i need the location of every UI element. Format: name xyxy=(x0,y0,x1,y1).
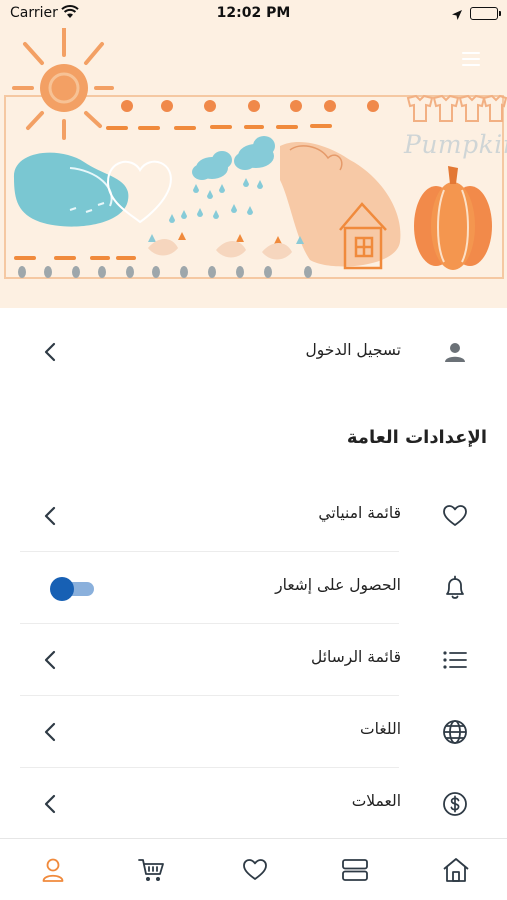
settings-row-notifications: الحصول على إشعار xyxy=(0,552,507,624)
toggle-knob xyxy=(50,577,74,601)
dollar-circle-icon xyxy=(441,790,469,818)
list-icon xyxy=(441,646,469,674)
settings-row-wishlist[interactable]: قائمة امنياتي xyxy=(0,480,507,552)
user-icon xyxy=(441,338,469,366)
location-arrow-icon xyxy=(451,6,463,25)
settings-row-label: العملات xyxy=(351,792,401,810)
settings-row-label: قائمة الرسائل xyxy=(311,648,401,666)
clock: 12:02 PM xyxy=(216,5,291,21)
battery-icon xyxy=(470,7,501,20)
section-title-general-settings: الإعدادات العامة xyxy=(346,427,487,448)
login-label: تسجيل الدخول xyxy=(305,341,401,359)
status-bar: Carrier 12:02 PM xyxy=(0,0,507,28)
chevron-left-icon[interactable] xyxy=(40,648,60,672)
settings-row-label: قائمة امنياتي xyxy=(318,504,401,522)
login-row[interactable]: تسجيل الدخول xyxy=(0,318,507,390)
heart-icon xyxy=(243,859,267,880)
chevron-left-icon[interactable] xyxy=(40,504,60,528)
bell-icon xyxy=(441,574,469,602)
brand-watermark: Pumpkin xyxy=(404,130,507,159)
bottom-tab-bar xyxy=(0,838,507,900)
tab-cart[interactable] xyxy=(136,855,166,885)
settings-row-currencies[interactable]: العملات xyxy=(0,768,507,840)
chevron-left-icon[interactable] xyxy=(40,720,60,744)
profile-icon xyxy=(42,858,64,882)
heart-icon xyxy=(441,502,469,530)
tab-home[interactable] xyxy=(441,855,471,885)
notification-toggle[interactable] xyxy=(50,577,96,601)
home-icon xyxy=(443,858,469,882)
settings-row-label: الحصول على إشعار xyxy=(275,576,401,594)
tab-wishlist[interactable] xyxy=(240,855,270,885)
tab-profile[interactable] xyxy=(38,855,68,885)
cart-icon xyxy=(138,859,164,881)
settings-row-languages[interactable]: اللغات xyxy=(0,696,507,768)
categories-icon xyxy=(342,859,368,881)
pumpkin-icon xyxy=(414,166,492,270)
globe-icon xyxy=(441,718,469,746)
chevron-left-icon[interactable] xyxy=(40,792,60,816)
chevron-left-icon[interactable] xyxy=(40,340,60,364)
header-banner: Pumpkin xyxy=(0,0,507,308)
sun-icon xyxy=(12,26,114,140)
tab-categories[interactable] xyxy=(340,855,370,885)
hamburger-menu-icon[interactable] xyxy=(462,52,480,66)
settings-row-messages[interactable]: قائمة الرسائل xyxy=(0,624,507,696)
settings-row-label: اللغات xyxy=(360,720,401,738)
